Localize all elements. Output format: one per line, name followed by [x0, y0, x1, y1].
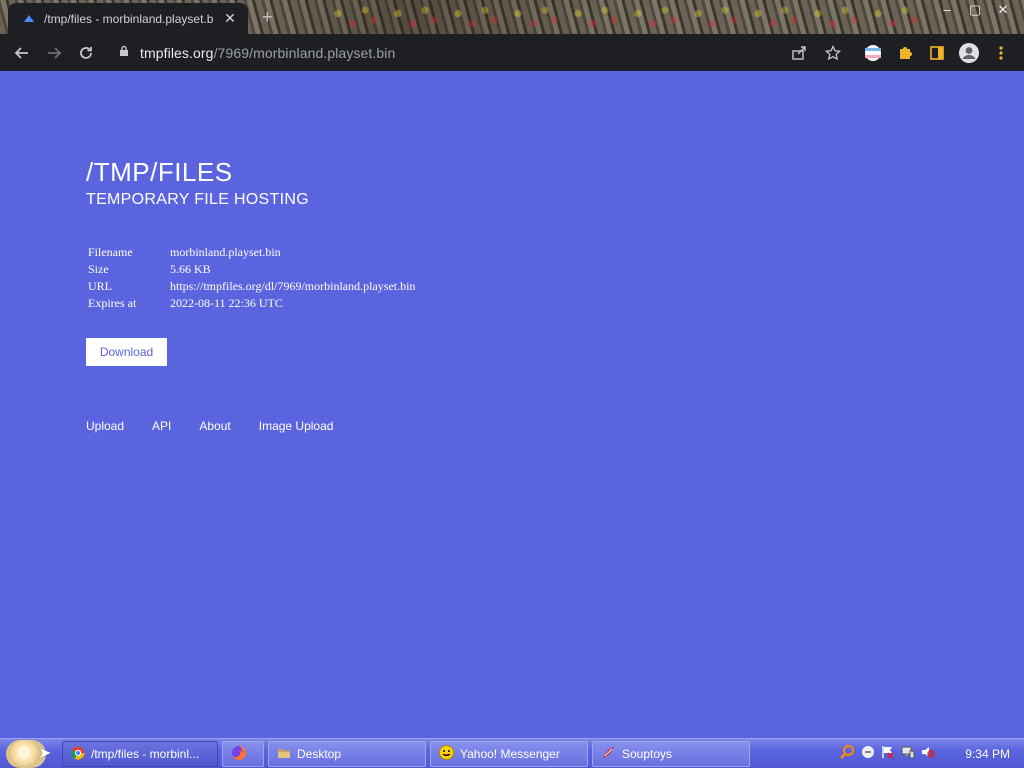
table-row: URL https://tmpfiles.org/dl/7969/morbinl…	[86, 278, 417, 295]
forward-icon[interactable]	[38, 37, 70, 69]
browser-titlebar: /tmp/files - morbinland.playset.bi ✕ + –…	[0, 0, 1024, 34]
table-row: Size 5.66 KB	[86, 261, 417, 278]
clock[interactable]: 9:34 PM	[965, 747, 1010, 761]
tab-close-icon[interactable]: ✕	[222, 10, 238, 27]
expires-label: Expires at	[88, 296, 137, 310]
address-bar[interactable]: tmpfiles.org/7969/morbinland.playset.bin	[108, 38, 850, 67]
tab-favicon-icon	[22, 12, 36, 26]
table-row: Filename morbinland.playset.bin	[86, 244, 417, 261]
url-value: https://tmpfiles.org/dl/7969/morbinland.…	[170, 279, 416, 293]
url-host: tmpfiles.org	[140, 44, 214, 61]
image-upload-link[interactable]: Image Upload	[259, 419, 334, 433]
table-row: Expires at 2022-08-11 22:36 UTC	[86, 295, 417, 312]
site-subtitle: TEMPORARY FILE HOSTING	[86, 191, 309, 208]
url-text: tmpfiles.org/7969/morbinland.playset.bin	[140, 45, 395, 61]
footer-nav: Upload API About Image Upload	[86, 419, 333, 433]
page-content: /TMP/FILES TEMPORARY FILE HOSTING Filena…	[0, 71, 1024, 738]
mouse-cursor-icon: ➤	[38, 745, 52, 762]
taskbar: ➤ /tmp/files - morbinl... Desktop Yahoo!…	[0, 738, 1024, 768]
taskbar-item-chrome[interactable]: /tmp/files - morbinl...	[62, 741, 218, 767]
api-link[interactable]: API	[152, 419, 171, 433]
bookmark-star-icon[interactable]	[820, 40, 846, 66]
share-icon[interactable]	[786, 40, 812, 66]
taskbar-item-label: Yahoo! Messenger	[460, 747, 560, 761]
url-label: URL	[88, 279, 112, 293]
side-panel-icon[interactable]	[924, 40, 950, 66]
url-path: /7969/morbinland.playset.bin	[213, 44, 396, 61]
reload-icon[interactable]	[70, 37, 102, 69]
size-value: 5.66 KB	[170, 262, 211, 276]
taskbar-item-desktop[interactable]: Desktop	[268, 741, 426, 767]
expires-value: 2022-08-11 22:36 UTC	[170, 296, 283, 310]
upload-link[interactable]: Upload	[86, 419, 124, 433]
taskbar-item-yahoo-messenger[interactable]: Yahoo! Messenger	[430, 741, 588, 767]
firefox-icon	[231, 745, 247, 764]
window-controls: – ▢ ✕	[940, 2, 1010, 18]
file-info-table: Filename morbinland.playset.bin Size 5.6…	[86, 244, 417, 312]
system-tray: 9:34 PM	[839, 739, 1010, 768]
site-title: /TMP/FILES	[86, 157, 233, 187]
minimize-icon[interactable]: –	[940, 2, 954, 18]
filename-label: Filename	[88, 245, 133, 259]
tab-title: /tmp/files - morbinland.playset.bi	[44, 11, 214, 26]
flag-tray-icon[interactable]	[881, 745, 895, 764]
taskbar-item-label: /tmp/files - morbinl...	[91, 747, 200, 761]
flag-extension-icon[interactable]	[860, 40, 886, 66]
taskbar-item-firefox[interactable]	[222, 741, 264, 767]
souptoys-icon	[601, 745, 616, 763]
menu-kebab-icon[interactable]	[988, 40, 1014, 66]
chrome-icon	[71, 746, 85, 763]
puzzle-extensions-icon[interactable]	[892, 40, 918, 66]
search-icon[interactable]	[839, 744, 855, 765]
network-tray-icon[interactable]	[901, 745, 915, 764]
volume-muted-icon[interactable]	[921, 745, 935, 764]
new-tab-button[interactable]: +	[262, 7, 273, 28]
taskbar-item-label: Desktop	[297, 747, 342, 761]
size-label: Size	[88, 262, 109, 276]
about-link[interactable]: About	[199, 419, 230, 433]
messenger-tray-icon[interactable]	[861, 745, 875, 764]
maximize-icon[interactable]: ▢	[968, 2, 982, 18]
browser-tab[interactable]: /tmp/files - morbinland.playset.bi ✕	[8, 3, 248, 34]
lock-icon[interactable]	[118, 44, 130, 62]
taskbar-item-label: Souptoys	[622, 747, 673, 761]
back-icon[interactable]	[6, 37, 38, 69]
profile-avatar-icon[interactable]	[956, 40, 982, 66]
taskbar-item-souptoys[interactable]: Souptoys	[592, 741, 750, 767]
browser-toolbar: tmpfiles.org/7969/morbinland.playset.bin	[0, 34, 1024, 71]
extensions-area	[860, 38, 1014, 67]
yahoo-smiley-icon	[439, 745, 454, 763]
folder-icon	[277, 746, 291, 763]
close-window-icon[interactable]: ✕	[996, 2, 1010, 18]
download-button[interactable]: Download	[86, 338, 167, 366]
filename-value: morbinland.playset.bin	[170, 245, 281, 259]
